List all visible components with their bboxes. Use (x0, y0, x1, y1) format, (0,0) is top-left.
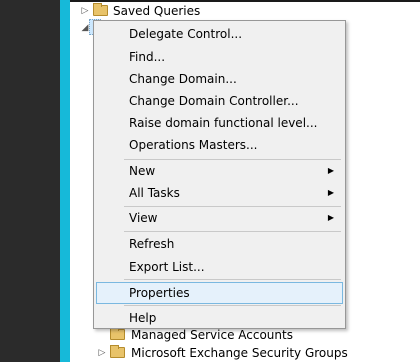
menu-item-view[interactable]: View ▶ (96, 207, 343, 229)
expand-arrow-icon[interactable]: ▷ (97, 344, 107, 362)
menu-item-find[interactable]: Find... (96, 46, 343, 68)
submenu-arrow-icon: ▶ (327, 188, 334, 197)
menu-item-operations-masters[interactable]: Operations Masters... (96, 134, 343, 156)
menu-item-help[interactable]: Help (96, 307, 343, 329)
tree-item-label: Saved Queries (113, 4, 201, 18)
menu-item-label: Properties (129, 286, 190, 300)
menu-item-label: Change Domain Controller... (129, 94, 299, 108)
context-menu: Delegate Control... Find... Change Domai… (93, 20, 346, 329)
menu-item-label: Change Domain... (129, 72, 237, 86)
menu-item-label: Export List... (129, 260, 205, 274)
menu-item-change-domain-controller[interactable]: Change Domain Controller... (96, 90, 343, 112)
menu-item-all-tasks[interactable]: All Tasks ▶ (96, 182, 343, 204)
menu-item-refresh[interactable]: Refresh (96, 233, 343, 255)
left-dark-panel (0, 0, 60, 362)
menu-separator (124, 305, 341, 306)
submenu-arrow-icon: ▶ (327, 213, 334, 222)
left-accent-strip (60, 0, 70, 362)
folder-icon (93, 3, 108, 16)
folder-icon (110, 327, 125, 340)
menu-item-raise-functional-level[interactable]: Raise domain functional level... (96, 112, 343, 134)
menu-item-label: View (129, 211, 158, 225)
tree-item-exchange-security-groups[interactable]: ▷ Microsoft Exchange Security Groups (70, 344, 360, 362)
menu-item-label: Find... (129, 50, 166, 64)
menu-item-change-domain[interactable]: Change Domain... (96, 68, 343, 90)
menu-item-export-list[interactable]: Export List... (96, 256, 343, 278)
menu-item-label: New (129, 164, 156, 178)
menu-item-label: Delegate Control... (129, 27, 243, 41)
menu-item-label: All Tasks (129, 186, 180, 200)
menu-item-label: Help (129, 311, 157, 325)
menu-item-label: Raise domain functional level... (129, 116, 318, 130)
menu-separator (124, 279, 341, 280)
tree-item-label: Microsoft Exchange Security Groups (131, 346, 348, 360)
menu-separator (124, 231, 341, 232)
submenu-arrow-icon: ▶ (327, 166, 334, 175)
menu-item-new[interactable]: New ▶ (96, 160, 343, 182)
folder-icon (110, 345, 125, 358)
expand-arrow-icon[interactable]: ▷ (80, 2, 90, 20)
menu-item-label: Refresh (129, 237, 175, 251)
menu-item-label: Operations Masters... (129, 138, 258, 152)
menu-item-properties[interactable]: Properties (96, 282, 343, 304)
tree-item-saved-queries[interactable]: ▷ Saved Queries (70, 2, 270, 20)
menu-item-delegate-control[interactable]: Delegate Control... (96, 23, 343, 45)
